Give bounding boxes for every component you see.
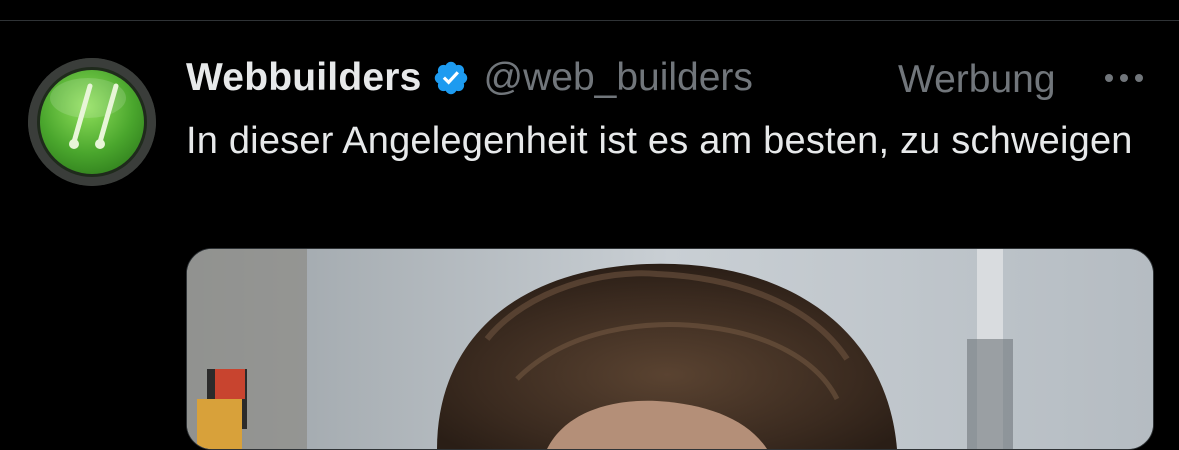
tweet-header: Webbuilders @web_builders Werbung — [186, 52, 1156, 104]
top-divider — [0, 20, 1179, 21]
display-name[interactable]: Webbuilders — [186, 56, 422, 100]
avatar[interactable] — [28, 58, 156, 186]
tweet-media-image[interactable] — [186, 248, 1154, 450]
verified-badge-icon[interactable] — [432, 59, 470, 97]
handle[interactable]: @web_builders — [484, 56, 753, 100]
ad-label: Werbung — [898, 58, 1056, 101]
tweet-text: In dieser Angelegenheit ist es am besten… — [186, 120, 1133, 162]
webbuilders-logo-icon — [28, 58, 156, 186]
more-options-icon[interactable] — [1101, 66, 1147, 90]
